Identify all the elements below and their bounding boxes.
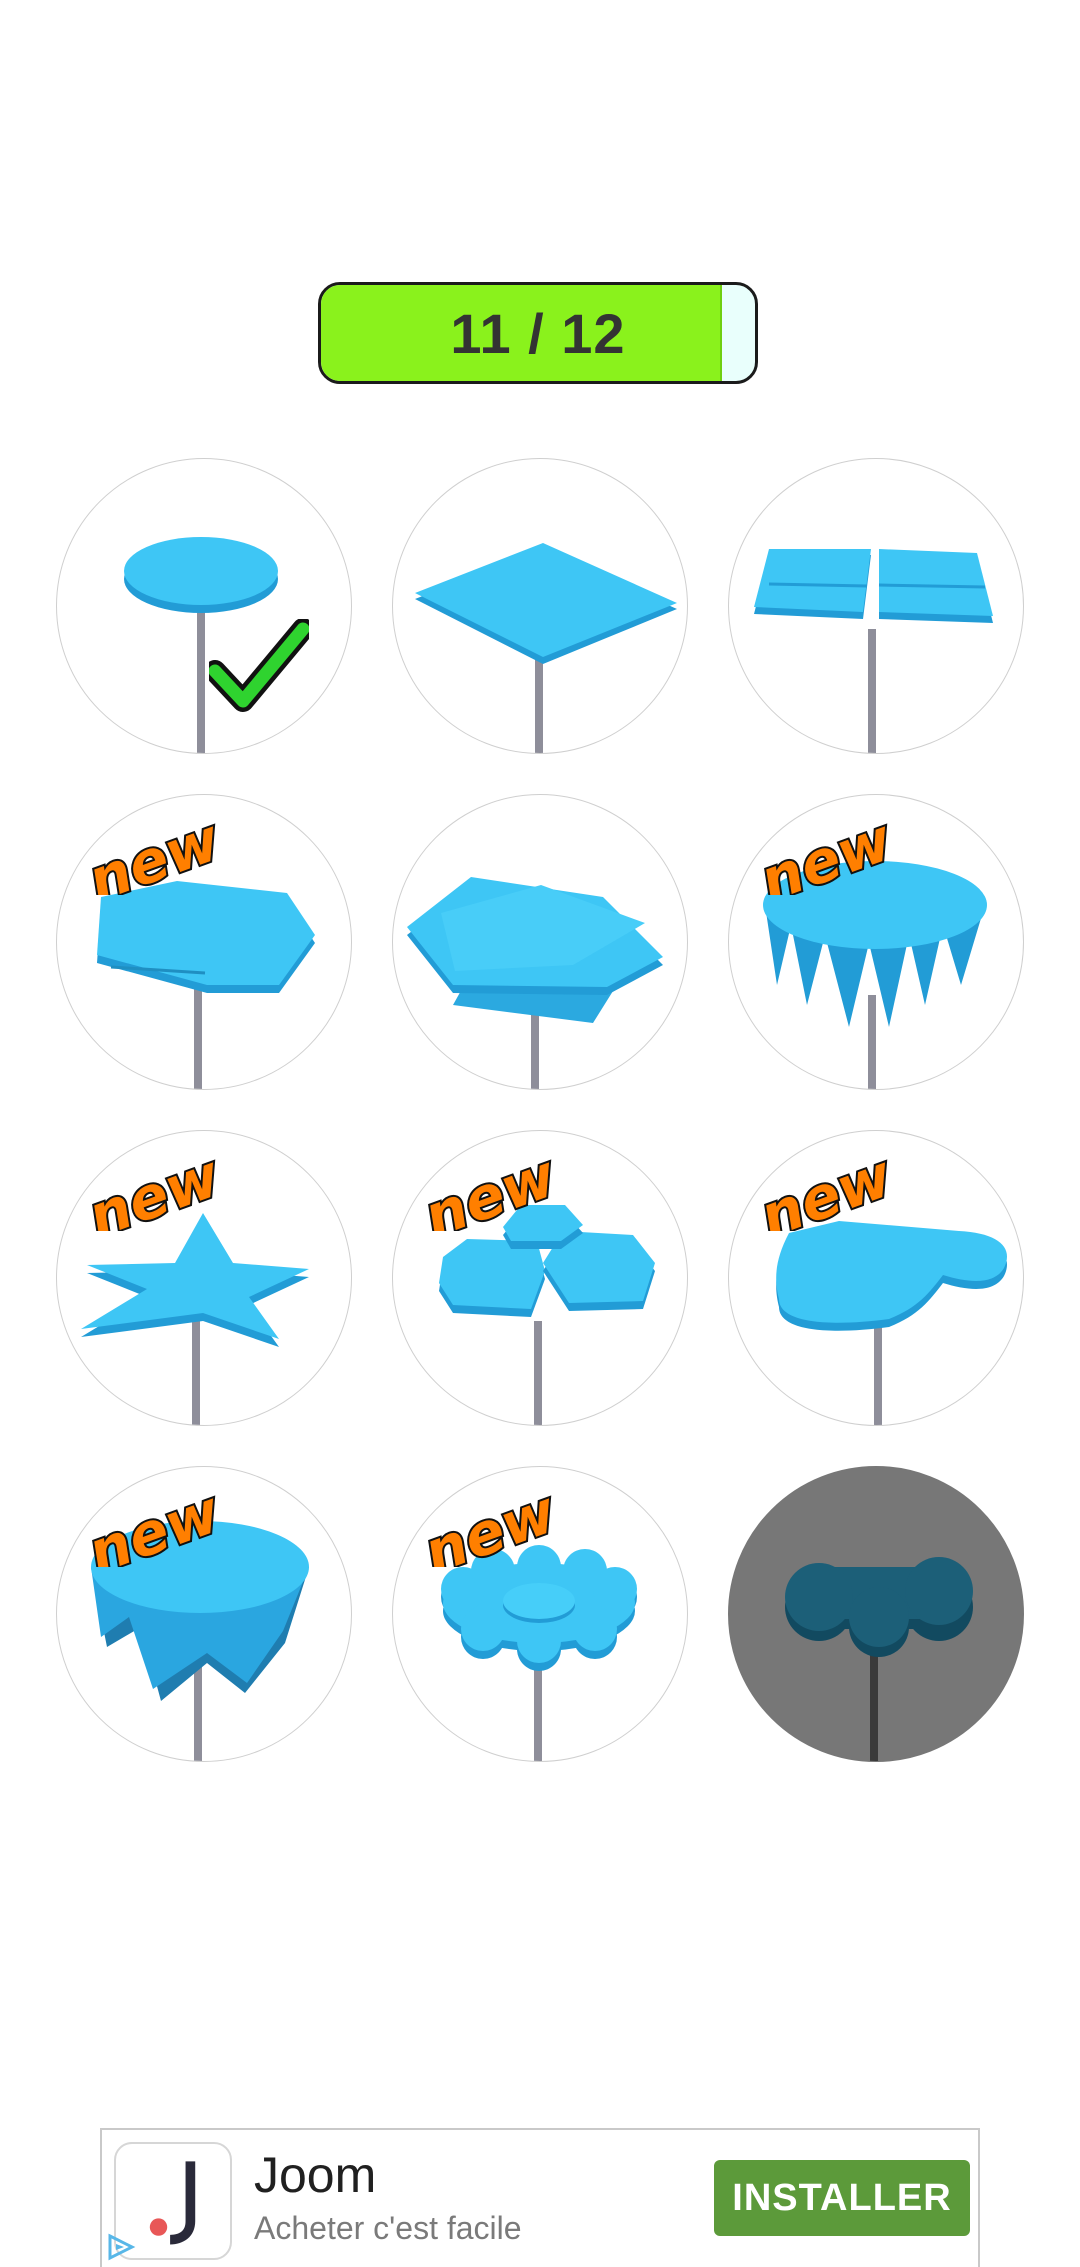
adchoices-icon[interactable] bbox=[104, 2230, 138, 2264]
heart-table-icon bbox=[776, 1221, 1007, 1425]
hexagon-table-icon bbox=[97, 881, 315, 1089]
cloud-table-icon bbox=[785, 1557, 973, 1761]
checkmark-icon bbox=[209, 619, 309, 712]
ad-app-name: Joom bbox=[254, 2147, 377, 2203]
shape-item-spiked-round[interactable]: new bbox=[728, 794, 1024, 1090]
shape-item-square[interactable] bbox=[392, 458, 688, 754]
triple-hexagon-table-icon bbox=[439, 1205, 655, 1425]
shape-item-hexagon[interactable]: new bbox=[56, 794, 352, 1090]
shape-item-split-square[interactable] bbox=[728, 458, 1024, 754]
ad-banner[interactable]: Joom Acheter c'est facile INSTALLER bbox=[100, 2128, 980, 2267]
square-table-icon bbox=[415, 543, 677, 753]
shape-item-flower[interactable]: new bbox=[392, 1466, 688, 1762]
shape-item-cloud-locked[interactable] bbox=[728, 1466, 1024, 1762]
tablecloth-table-icon bbox=[91, 1521, 309, 1761]
progress-label: 11 / 12 bbox=[450, 301, 626, 365]
ad-tagline: Acheter c'est facile bbox=[254, 2210, 522, 2246]
shape-item-tablecloth[interactable]: new bbox=[56, 1466, 352, 1762]
shape-item-triple-hexagon[interactable]: new bbox=[392, 1130, 688, 1426]
split-square-table-icon bbox=[754, 549, 993, 753]
shape-item-layered-square[interactable] bbox=[392, 794, 688, 1090]
shape-item-star[interactable]: new bbox=[56, 1130, 352, 1426]
shape-item-heart[interactable]: new bbox=[728, 1130, 1024, 1426]
shape-item-circle[interactable] bbox=[56, 458, 352, 754]
level-progress-bar: 11 / 12 bbox=[318, 282, 758, 384]
layered-square-table-icon bbox=[407, 877, 663, 1089]
star-table-icon bbox=[81, 1213, 309, 1425]
spiked-round-table-icon bbox=[763, 861, 987, 1089]
flower-table-icon bbox=[441, 1545, 637, 1761]
install-button[interactable]: INSTALLER bbox=[714, 2160, 970, 2236]
